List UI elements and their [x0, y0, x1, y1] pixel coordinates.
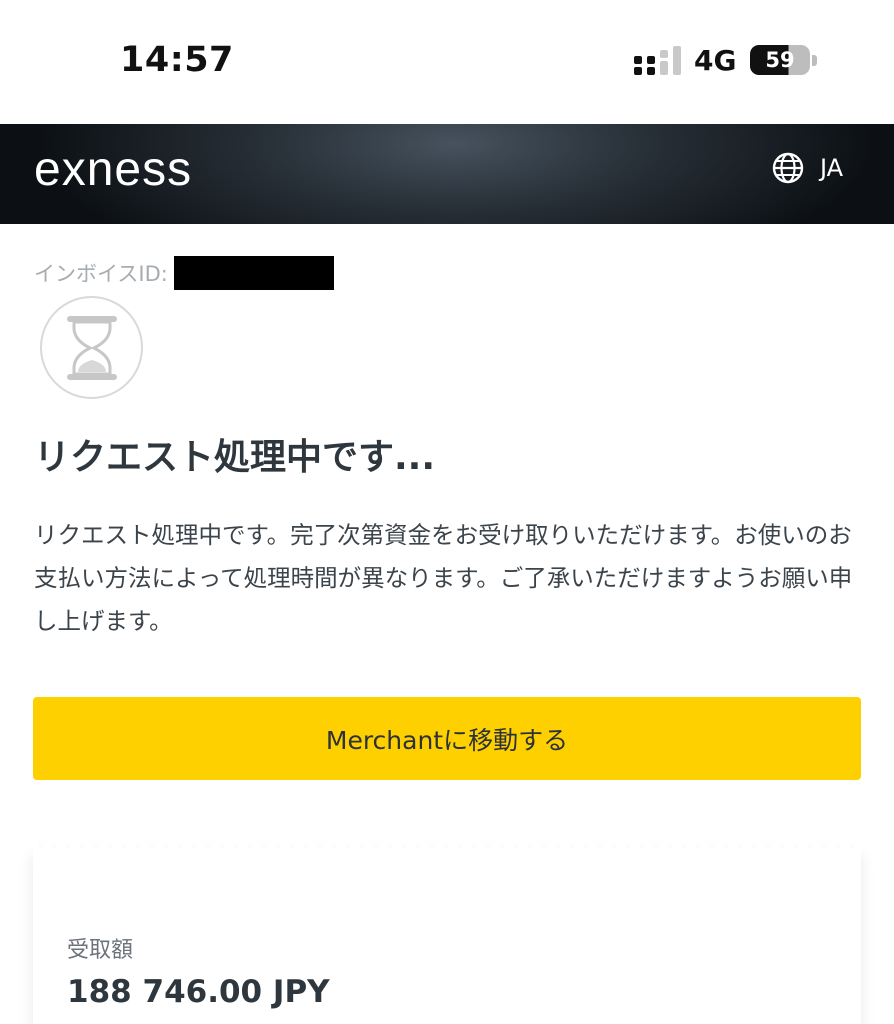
go-to-merchant-button[interactable]: Merchantに移動する — [33, 697, 861, 780]
hourglass-icon — [40, 296, 143, 399]
hourglass-glyph — [66, 315, 117, 380]
processing-description: リクエスト処理中です。完了次第資金をお受け取りいただけます。お使いのお支払い方法… — [34, 521, 853, 635]
invoice-id-row: インボイスID: — [34, 256, 334, 290]
network-type: 4G — [694, 44, 737, 77]
received-amount-label: 受取額 — [67, 938, 134, 963]
cellular-signal-icon — [634, 46, 681, 75]
language-switcher[interactable]: JA — [772, 152, 843, 184]
battery-cap — [812, 55, 817, 66]
invoice-id-redacted — [173, 256, 334, 290]
battery-level: 59 — [765, 48, 795, 72]
app-header: exness JA — [0, 124, 894, 224]
page-title: リクエスト処理中です... — [34, 437, 436, 478]
language-label: JA — [820, 154, 844, 182]
exness-logo[interactable]: exness — [34, 142, 192, 197]
battery-icon: 59 — [750, 45, 810, 75]
receipt-torn-edge — [33, 844, 861, 854]
received-amount-value: 188 746.00 JPY — [67, 974, 330, 1010]
receipt-card: 受取額 188 746.00 JPY — [33, 844, 861, 1024]
globe-icon — [772, 152, 804, 184]
status-time: 14:57 — [120, 40, 234, 80]
status-bar: 14:57 4G 59 — [0, 0, 894, 124]
invoice-id-label: インボイスID: — [34, 262, 168, 286]
